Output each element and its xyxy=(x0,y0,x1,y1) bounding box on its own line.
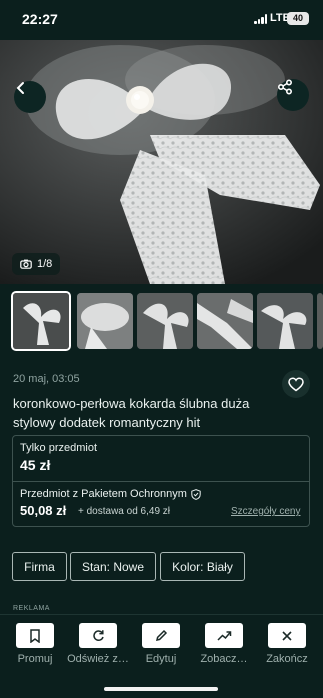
close-icon xyxy=(282,630,292,641)
price-box: Tylko przedmiot 45 zł Przedmiot z Pakiet… xyxy=(12,435,310,527)
thumbnail[interactable] xyxy=(317,293,323,349)
pencil-icon xyxy=(155,629,167,642)
action-label: Promuj xyxy=(17,653,53,665)
thumbnail[interactable] xyxy=(77,293,133,349)
photo-counter-text: 1/8 xyxy=(37,258,53,270)
refresh-button[interactable]: Odśwież z… xyxy=(67,623,129,665)
protection-price: 50,08 zł xyxy=(20,503,67,518)
refresh-icon xyxy=(92,630,104,641)
protection-label-text: Przedmiot z Pakietem Ochronnym xyxy=(20,488,187,500)
listing-title: koronkowo-perłowa kokarda ślubna duża st… xyxy=(13,396,250,430)
item-only-price: 45 zł xyxy=(20,457,51,473)
heart-icon xyxy=(288,376,304,391)
thumbnail[interactable] xyxy=(11,291,71,351)
trend-up-icon xyxy=(216,630,231,641)
listing-date: 20 maj, 03:05 xyxy=(13,373,80,385)
stats-button[interactable]: Zobacz… xyxy=(193,623,255,665)
end-listing-button[interactable]: Zakończ xyxy=(256,623,318,665)
action-icon-box[interactable] xyxy=(268,623,306,648)
share-icon xyxy=(277,79,293,95)
price-details-link[interactable]: Szczegóły ceny xyxy=(231,506,300,517)
chip-seller-type[interactable]: Firma xyxy=(12,552,67,581)
edit-button[interactable]: Edytuj xyxy=(130,623,192,665)
ad-label: REKLAMA xyxy=(13,605,50,612)
action-label: Edytuj xyxy=(145,653,177,665)
protection-label: Przedmiot z Pakietem Ochronnym xyxy=(20,488,201,500)
action-label: Odśwież z… xyxy=(67,653,129,665)
home-indicator xyxy=(104,687,218,691)
thumbnail-strip[interactable] xyxy=(0,291,323,353)
status-time: 22:27 xyxy=(22,11,58,27)
camera-icon xyxy=(20,259,32,269)
divider xyxy=(13,481,309,482)
battery-icon: 40 xyxy=(287,12,309,25)
share-button[interactable] xyxy=(277,79,309,111)
lace-bow-illustration xyxy=(0,40,323,284)
shield-check-icon xyxy=(191,488,201,500)
action-icon-box[interactable] xyxy=(142,623,180,648)
back-button[interactable] xyxy=(14,81,46,113)
signal-icon xyxy=(254,14,268,24)
action-icon-box[interactable] xyxy=(205,623,243,648)
thumbnail[interactable] xyxy=(137,293,193,349)
bookmark-icon xyxy=(30,628,40,643)
chevron-left-icon xyxy=(16,82,24,94)
action-label: Zakończ xyxy=(266,653,308,665)
chip-condition[interactable]: Stan: Nowe xyxy=(70,552,156,581)
chip-color[interactable]: Kolor: Biały xyxy=(160,552,245,581)
favorite-button[interactable] xyxy=(282,370,310,398)
bottom-action-bar: Promuj Odśwież z… Edytuj Zobacz… Zakończ xyxy=(0,614,323,698)
item-only-label: Tylko przedmiot xyxy=(20,442,98,454)
status-bar: 22:27 LTE 40 xyxy=(0,0,323,40)
action-icon-box[interactable] xyxy=(16,623,54,648)
main-photo[interactable] xyxy=(0,40,323,284)
thumbnail[interactable] xyxy=(257,293,313,349)
action-icon-box[interactable] xyxy=(79,623,117,648)
action-label: Zobacz… xyxy=(200,653,248,665)
photo-counter: 1/8 xyxy=(12,253,61,275)
promote-button[interactable]: Promuj xyxy=(4,623,66,665)
delivery-info: + dostawa od 6,49 zł xyxy=(78,506,171,517)
thumbnail[interactable] xyxy=(197,293,253,349)
